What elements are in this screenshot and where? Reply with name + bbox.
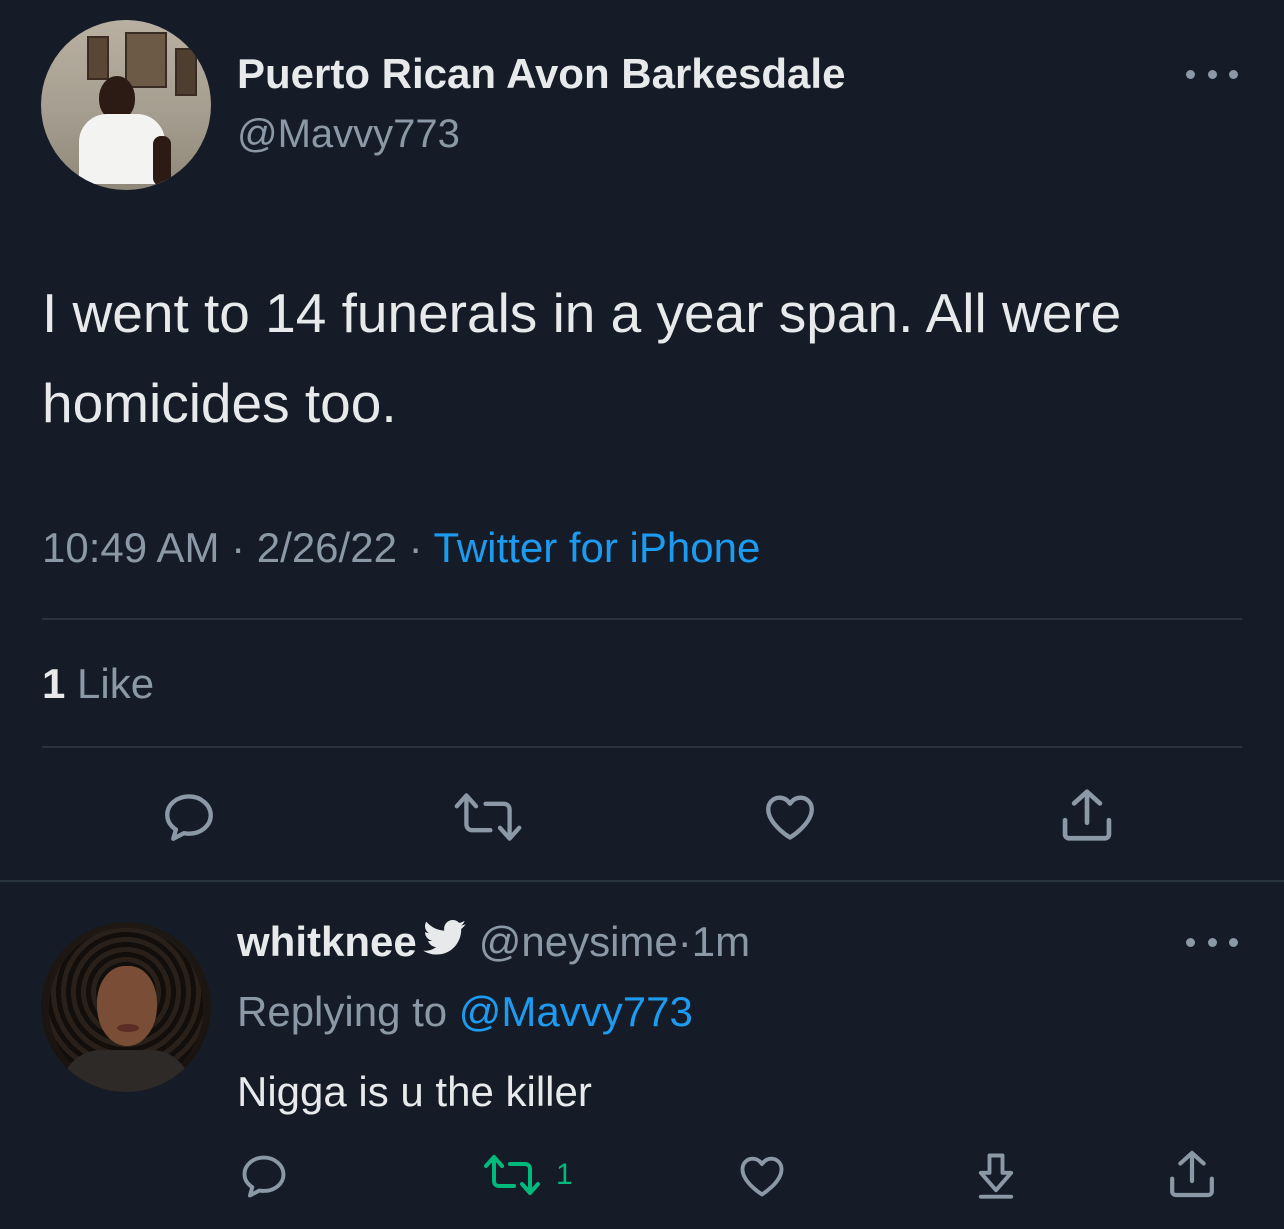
tweet-meta: 10:49 AM · 2/26/22 · Twitter for iPhone	[42, 524, 760, 572]
reply-author-handle[interactable]: @neysime	[479, 918, 678, 966]
reply-like-button[interactable]	[736, 1150, 788, 1202]
tweet-time[interactable]: 10:49 AM	[42, 524, 219, 571]
avatar-background-art	[175, 48, 197, 96]
reply-author-name[interactable]: whitknee	[237, 918, 417, 966]
avatar-person-face	[97, 966, 157, 1046]
heart-icon	[740, 1156, 784, 1197]
more-dot	[1207, 69, 1217, 79]
author-handle[interactable]: @Mavvy773	[237, 112, 460, 157]
tweet-date[interactable]: 2/26/22	[257, 524, 397, 571]
reply-author-avatar[interactable]	[41, 922, 211, 1092]
like-label: Like	[77, 660, 155, 707]
author-avatar[interactable]	[41, 20, 211, 190]
retweet-button[interactable]	[452, 788, 524, 846]
reply-reply-button[interactable]	[238, 1150, 290, 1202]
twitter-bird-icon	[422, 918, 467, 966]
reply-retweet-count: 1	[556, 1158, 573, 1191]
divider	[42, 618, 1242, 620]
author-name[interactable]: Puerto Rican Avon Barkesdale	[237, 50, 845, 98]
reply-icon	[242, 1155, 286, 1198]
reply-download-button[interactable]	[970, 1148, 1022, 1202]
likes-summary[interactable]: 1 Like	[42, 660, 154, 708]
download-icon	[978, 1153, 1014, 1199]
more-options-icon[interactable]	[1186, 64, 1238, 84]
reply-icon	[165, 794, 213, 841]
replying-prefix: Replying to	[237, 988, 459, 1035]
share-icon	[1062, 789, 1112, 841]
avatar-background-art	[125, 32, 167, 88]
more-dot	[1229, 69, 1238, 79]
share-icon	[1170, 1150, 1214, 1198]
avatar-person-arm	[153, 136, 171, 186]
reply-header: whitknee @neysime · 1m	[237, 918, 750, 966]
replying-to: Replying to @Mavvy773	[237, 988, 693, 1036]
avatar-person-lips	[117, 1024, 139, 1032]
more-dot	[1229, 937, 1238, 947]
meta-separator: ·	[219, 524, 257, 571]
meta-separator: ·	[396, 524, 434, 571]
heart-icon	[766, 795, 814, 840]
share-button[interactable]	[1056, 784, 1118, 846]
more-dot	[1186, 937, 1195, 947]
divider	[42, 746, 1242, 748]
more-dot	[1186, 69, 1195, 79]
reply-retweet-button[interactable]: 1	[482, 1150, 573, 1200]
reply-share-button[interactable]	[1164, 1146, 1220, 1202]
avatar-person-coat	[61, 1050, 191, 1092]
meta-separator: ·	[677, 918, 692, 965]
reply-time[interactable]: 1m	[692, 918, 750, 966]
replying-mention-link[interactable]: @Mavvy773	[459, 988, 693, 1035]
reply-button[interactable]	[160, 788, 218, 846]
tweet-source-link[interactable]: Twitter for iPhone	[434, 524, 761, 571]
reply-text: Nigga is u the killer	[237, 1068, 592, 1115]
more-dot	[1207, 937, 1217, 947]
like-button[interactable]	[760, 788, 820, 846]
more-options-icon[interactable]	[1186, 932, 1238, 952]
tweet-detail-page: Puerto Rican Avon Barkesdale @Mavvy773 I…	[0, 0, 1284, 1229]
section-divider	[0, 880, 1284, 882]
like-count: 1	[42, 660, 66, 707]
retweet-icon	[454, 793, 522, 841]
avatar-background-art	[87, 36, 109, 80]
tweet-text: I went to 14 funerals in a year span. Al…	[42, 282, 1122, 434]
retweet-icon	[484, 1155, 540, 1195]
